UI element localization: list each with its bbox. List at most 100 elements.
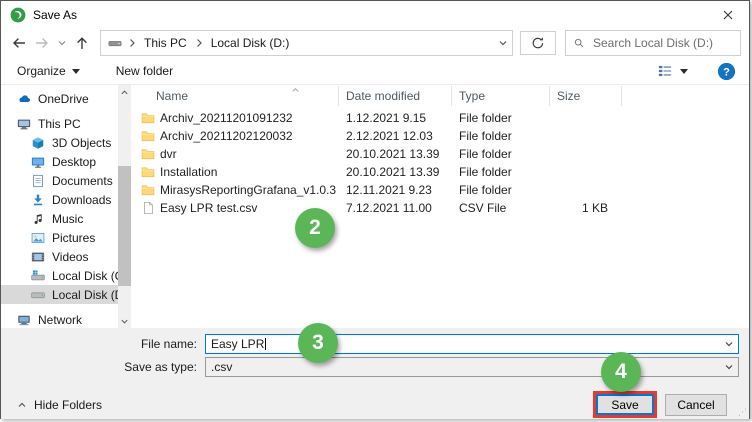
drive-icon bbox=[108, 36, 122, 50]
sidebar-item-documents[interactable]: Documents bbox=[1, 171, 118, 190]
scroll-down-icon[interactable] bbox=[120, 314, 129, 328]
new-folder-button[interactable]: New folder bbox=[116, 64, 173, 78]
breadcrumb-chevron-icon bbox=[194, 38, 204, 48]
sidebar-item-label: Pictures bbox=[52, 231, 95, 245]
column-header-type[interactable]: Type bbox=[452, 86, 550, 106]
sidebar-item-videos[interactable]: Videos bbox=[1, 247, 118, 266]
back-button[interactable] bbox=[11, 35, 27, 51]
file-name-input[interactable]: Easy LPR bbox=[205, 334, 739, 354]
save-as-type-chevron-icon[interactable] bbox=[724, 362, 734, 372]
text-cursor bbox=[265, 338, 266, 350]
sidebar-item-label: Desktop bbox=[52, 155, 96, 169]
up-button[interactable] bbox=[74, 35, 90, 51]
drive-icon bbox=[31, 288, 45, 302]
sidebar-item-downloads[interactable]: Downloads bbox=[1, 190, 118, 209]
save-as-type-label: Save as type: bbox=[1, 360, 205, 374]
desktop-icon bbox=[31, 155, 45, 169]
sidebar-item-music[interactable]: Music bbox=[1, 209, 118, 228]
help-button[interactable]: ? bbox=[718, 63, 735, 80]
close-button[interactable] bbox=[707, 1, 749, 28]
save-button[interactable]: Save bbox=[596, 394, 654, 415]
folder-icon bbox=[141, 111, 155, 125]
details-view-icon bbox=[658, 64, 672, 78]
sidebar-item-network[interactable]: Network bbox=[1, 310, 118, 328]
annotation-step-4: 4 bbox=[601, 352, 641, 392]
column-header-size[interactable]: Size bbox=[550, 86, 622, 106]
new-folder-label: New folder bbox=[116, 64, 173, 78]
cube-icon bbox=[31, 136, 45, 150]
date-modified-cell: 2.12.2021 12.03 bbox=[339, 129, 452, 143]
folder-icon bbox=[141, 183, 155, 197]
address-bar[interactable]: This PC Local Disk (D:) bbox=[100, 30, 513, 56]
sidebar-item-local-disk-c[interactable]: Local Disk (C:) bbox=[1, 266, 118, 285]
forward-button[interactable] bbox=[34, 35, 50, 51]
sort-asc-icon bbox=[291, 85, 300, 98]
file-name-dropdown-chevron-icon[interactable] bbox=[724, 339, 734, 349]
file-row[interactable]: Archiv_202112010912321.12.2021 9.15File … bbox=[131, 109, 749, 127]
column-headers: NameDate modifiedTypeSize bbox=[131, 85, 749, 106]
folder-icon bbox=[141, 129, 155, 143]
sidebar-item-label: This PC bbox=[38, 117, 81, 131]
sidebar-item-desktop[interactable]: Desktop bbox=[1, 152, 118, 171]
onedrive-icon bbox=[17, 92, 31, 106]
sidebar-item-onedrive[interactable]: OneDrive bbox=[1, 89, 118, 108]
sidebar-item-local-disk-d[interactable]: Local Disk (D:) bbox=[1, 285, 118, 304]
file-name-cell: MirasysReportingGrafana_v1.0.3 bbox=[131, 183, 339, 197]
scrollbar-thumb[interactable] bbox=[118, 166, 131, 286]
dropdown-triangle-icon bbox=[72, 69, 80, 74]
sidebar-item-label: Network bbox=[38, 313, 82, 327]
sidebar-item-label: Local Disk (D:) bbox=[52, 288, 118, 302]
type-cell: File folder bbox=[452, 165, 550, 179]
scrollbar-track[interactable] bbox=[118, 99, 131, 314]
column-header-name[interactable]: Name bbox=[131, 86, 339, 106]
address-dropdown-chevron-icon[interactable] bbox=[498, 38, 508, 48]
column-header-date-modified[interactable]: Date modified bbox=[339, 86, 452, 106]
file-row[interactable]: Easy LPR test.csv7.12.2021 11.00CSV File… bbox=[131, 199, 749, 217]
date-modified-cell: 20.10.2021 13.39 bbox=[339, 165, 452, 179]
breadcrumb-current-location[interactable]: Local Disk (D:) bbox=[209, 36, 292, 50]
command-toolbar: Organize New folder ? bbox=[1, 58, 749, 85]
sidebar-item-this-pc[interactable]: This PC bbox=[1, 114, 118, 133]
recent-locations-chevron-icon[interactable] bbox=[57, 38, 67, 48]
cancel-button[interactable]: Cancel bbox=[665, 394, 727, 416]
file-row[interactable]: Archiv_202112021200322.12.2021 12.03File… bbox=[131, 127, 749, 145]
file-row[interactable]: dvr20.10.2021 13.39File folder bbox=[131, 145, 749, 163]
drive-windows-icon bbox=[31, 269, 45, 283]
sidebar-item-3d-objects[interactable]: 3D Objects bbox=[1, 133, 118, 152]
type-cell: CSV File bbox=[452, 201, 550, 215]
video-icon bbox=[31, 250, 45, 264]
sidebar-item-pictures[interactable]: Pictures bbox=[1, 228, 118, 247]
file-name-cell: Archiv_20211202120032 bbox=[131, 129, 339, 143]
navigation-pane: OneDrive This PC 3D Objects Desktop Document… bbox=[1, 85, 131, 328]
file-name-cell: Archiv_20211201091232 bbox=[131, 111, 339, 125]
size-cell: 1 KB bbox=[550, 201, 622, 215]
save-as-type-value: .csv bbox=[211, 360, 232, 374]
download-icon bbox=[31, 193, 45, 207]
resize-grip[interactable]: ⋰ bbox=[738, 409, 747, 416]
hide-folders-label: Hide Folders bbox=[34, 398, 102, 412]
scroll-up-icon[interactable] bbox=[120, 85, 129, 99]
sidebar-scrollbar[interactable] bbox=[118, 85, 131, 328]
type-cell: File folder bbox=[452, 183, 550, 197]
svg-text:?: ? bbox=[723, 66, 730, 78]
refresh-icon bbox=[530, 35, 546, 51]
sidebar-item-label: OneDrive bbox=[38, 92, 89, 106]
search-box[interactable] bbox=[565, 30, 741, 56]
file-name-label: File name: bbox=[1, 337, 205, 351]
save-as-type-select[interactable]: .csv bbox=[205, 357, 739, 377]
type-cell: File folder bbox=[452, 129, 550, 143]
title-bar: Save As bbox=[1, 1, 749, 28]
file-list-pane: NameDate modifiedTypeSize Archiv_2021120… bbox=[131, 85, 749, 328]
file-name-value: Easy LPR bbox=[211, 337, 264, 351]
file-row[interactable]: MirasysReportingGrafana_v1.0.312.11.2021… bbox=[131, 181, 749, 199]
file-rows: Archiv_202112010912321.12.2021 9.15File … bbox=[131, 106, 749, 217]
organize-button[interactable]: Organize bbox=[17, 64, 80, 78]
hide-folders-button[interactable]: Hide Folders bbox=[17, 398, 102, 412]
file-row[interactable]: Installation20.10.2021 13.39File folder bbox=[131, 163, 749, 181]
search-input[interactable] bbox=[591, 35, 736, 51]
change-view-button[interactable] bbox=[658, 64, 688, 78]
breadcrumb-this-pc[interactable]: This PC bbox=[142, 36, 189, 50]
refresh-button[interactable] bbox=[520, 31, 556, 55]
sidebar-item-label: Documents bbox=[52, 174, 113, 188]
folder-icon bbox=[141, 147, 155, 161]
